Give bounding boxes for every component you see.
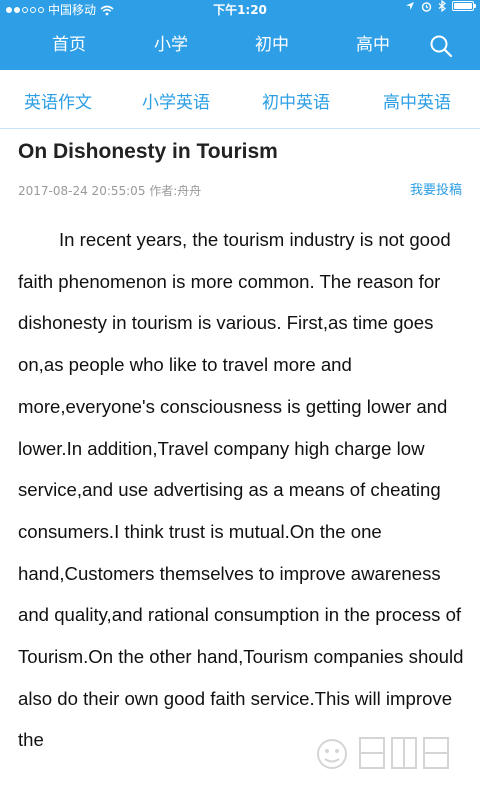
status-right — [405, 0, 476, 12]
submit-article-link[interactable]: 我要投稿 — [410, 181, 462, 201]
page: 中国移动 下午1:20 首页 小学 初中 高中 英语作文 小学英语 初中英语 高… — [0, 0, 480, 800]
sub-nav-primary-english[interactable]: 小学英语 — [142, 78, 210, 128]
nav-item-primary-school[interactable]: 小学 — [140, 20, 202, 70]
top-nav: 首页 小学 初中 高中 — [0, 20, 480, 70]
location-arrow-icon — [406, 2, 414, 10]
sub-nav-english-essay[interactable]: 英语作文 — [24, 78, 92, 128]
nav-item-home[interactable]: 首页 — [38, 20, 100, 70]
article-paragraph: In recent years, the tourism industry is… — [18, 229, 464, 751]
article-title: On Dishonesty in Tourism — [18, 140, 278, 163]
battery-icon — [452, 1, 476, 11]
sub-nav-senior-english[interactable]: 高中英语 — [383, 78, 451, 128]
sub-nav: 英语作文 小学英语 初中英语 高中英语 — [0, 78, 480, 129]
sub-nav-junior-english[interactable]: 初中英语 — [262, 78, 330, 128]
article-body: In recent years, the tourism industry is… — [18, 219, 468, 761]
nav-item-junior-high[interactable]: 初中 — [241, 20, 303, 70]
article-date-author: 2017-08-24 20:55:05 作者:舟舟 — [18, 184, 202, 198]
status-bar: 中国移动 下午1:20 — [0, 0, 480, 20]
search-icon[interactable] — [428, 33, 454, 59]
watermark-logo-icon — [317, 737, 449, 769]
nav-item-senior-high[interactable]: 高中 — [342, 20, 404, 70]
article-meta: 2017-08-24 20:55:05 作者:舟舟 我要投稿 — [18, 181, 462, 201]
bluetooth-icon — [438, 0, 446, 12]
alarm-clock-icon — [421, 1, 432, 12]
